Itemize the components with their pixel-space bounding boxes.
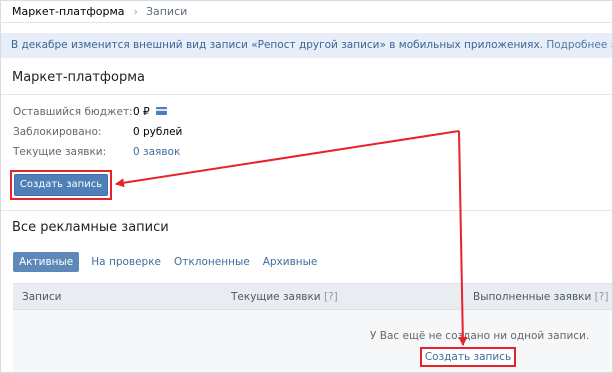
section-divider — [1, 94, 612, 95]
create-post-link[interactable]: Создать запись — [422, 349, 514, 365]
blocked-value: 0 рублей — [133, 126, 183, 138]
budget-amount: 0 ₽ — [133, 106, 150, 118]
budget-value: 0 ₽ — [133, 106, 167, 118]
breadcrumb-current: Записи — [145, 4, 188, 18]
section-title-market: Маркет-платформа — [12, 70, 145, 85]
column-completed-requests: Выполненные заявки [?] — [473, 291, 608, 303]
create-post-button[interactable]: Создать запись — [14, 174, 108, 196]
create-button-highlight: Создать запись — [10, 170, 112, 200]
info-banner: В декабре изменится внешний вид записи «… — [1, 33, 612, 58]
budget-label: Оставшийся бюджет: — [13, 106, 133, 118]
requests-link[interactable]: 0 заявок — [133, 146, 180, 158]
column-current-requests: Текущие заявки [?] — [231, 291, 338, 303]
help-icon[interactable]: [?] — [595, 291, 609, 303]
chevron-right-icon: › — [610, 39, 612, 51]
banner-text: В декабре изменится внешний вид записи «… — [11, 39, 543, 51]
banner-more-link[interactable]: Подробнее — [546, 39, 607, 51]
section-title-ads: Все рекламные записи — [12, 220, 169, 235]
tab-review[interactable]: На проверке — [91, 252, 161, 272]
tab-archived[interactable]: Архивные — [263, 252, 318, 272]
help-icon[interactable]: [?] — [324, 291, 338, 303]
breadcrumb-divider — [0, 22, 613, 23]
section-divider — [1, 210, 612, 211]
ads-tabs: Активные На проверке Отклоненные Архивны… — [13, 252, 330, 272]
empty-state-text: У Вас ещё не создано ни одной записи. — [370, 330, 590, 342]
column-completed-requests-label: Выполненные заявки — [473, 291, 592, 303]
requests-label: Текущие заявки: — [13, 146, 107, 158]
table-header: Записи Текущие заявки [?] Выполненные за… — [13, 283, 612, 310]
column-current-requests-label: Текущие заявки — [231, 291, 321, 303]
breadcrumb-separator-icon: › — [133, 4, 138, 18]
breadcrumb: Маркет-платформа › Записи — [12, 4, 187, 18]
tab-active[interactable]: Активные — [13, 252, 80, 272]
tab-rejected[interactable]: Отклоненные — [174, 252, 250, 272]
breadcrumb-root[interactable]: Маркет-платформа — [12, 5, 125, 18]
blocked-label: Заблокировано: — [13, 126, 102, 138]
create-link-highlight: Создать запись — [420, 347, 516, 367]
column-posts: Записи — [22, 291, 62, 303]
card-icon[interactable] — [155, 107, 167, 115]
